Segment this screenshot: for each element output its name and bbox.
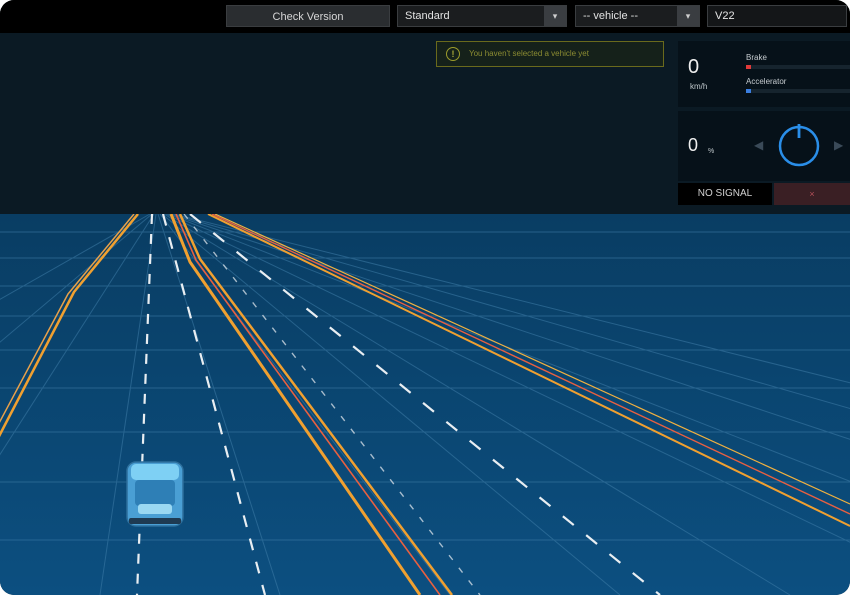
- steering-value: 0: [688, 135, 699, 155]
- warning-text: You haven't selected a vehicle yet: [469, 49, 589, 58]
- speed-unit: km/h: [690, 82, 708, 91]
- version-input[interactable]: [707, 5, 847, 27]
- speed-panel: 0 km/h Brake Accelerator: [678, 41, 850, 107]
- brake-bar-fill: [746, 65, 752, 69]
- steering-panel: 0 % ◀ ▶: [678, 111, 850, 181]
- warning-icon: !: [446, 47, 460, 61]
- check-version-button[interactable]: Check Version: [226, 5, 390, 27]
- app-window: Check Version Standard ▾ -- vehicle -- ▾…: [0, 0, 850, 595]
- steer-right-icon[interactable]: ▶: [834, 138, 843, 152]
- steering-wheel-icon: [778, 124, 820, 167]
- mode-select-value: Standard: [405, 10, 450, 22]
- vehicle-select-value: -- vehicle --: [583, 10, 639, 22]
- brake-bar: [746, 65, 850, 69]
- warning-banner: ! You haven't selected a vehicle yet: [436, 41, 664, 67]
- speed-value: 0: [688, 56, 700, 78]
- brake-label: Brake: [746, 53, 767, 62]
- top-toolbar: Check Version Standard ▾ -- vehicle -- ▾: [0, 0, 850, 33]
- ego-vehicle: [126, 461, 184, 527]
- chevron-down-icon: ▾: [544, 6, 566, 26]
- signal-bar: NO SIGNAL ×: [678, 183, 850, 205]
- accelerator-bar-fill: [746, 89, 752, 93]
- mode-select[interactable]: Standard ▾: [397, 5, 567, 27]
- vehicle-select[interactable]: -- vehicle -- ▾: [575, 5, 700, 27]
- accelerator-label: Accelerator: [746, 77, 787, 86]
- chevron-down-icon: ▾: [677, 6, 699, 26]
- road-3d-viewport: [0, 214, 850, 595]
- steering-unit: %: [708, 148, 715, 155]
- accelerator-bar: [746, 89, 850, 93]
- signal-close-button[interactable]: ×: [774, 183, 850, 205]
- steer-left-icon[interactable]: ◀: [754, 138, 763, 152]
- no-signal-label: NO SIGNAL: [678, 183, 772, 205]
